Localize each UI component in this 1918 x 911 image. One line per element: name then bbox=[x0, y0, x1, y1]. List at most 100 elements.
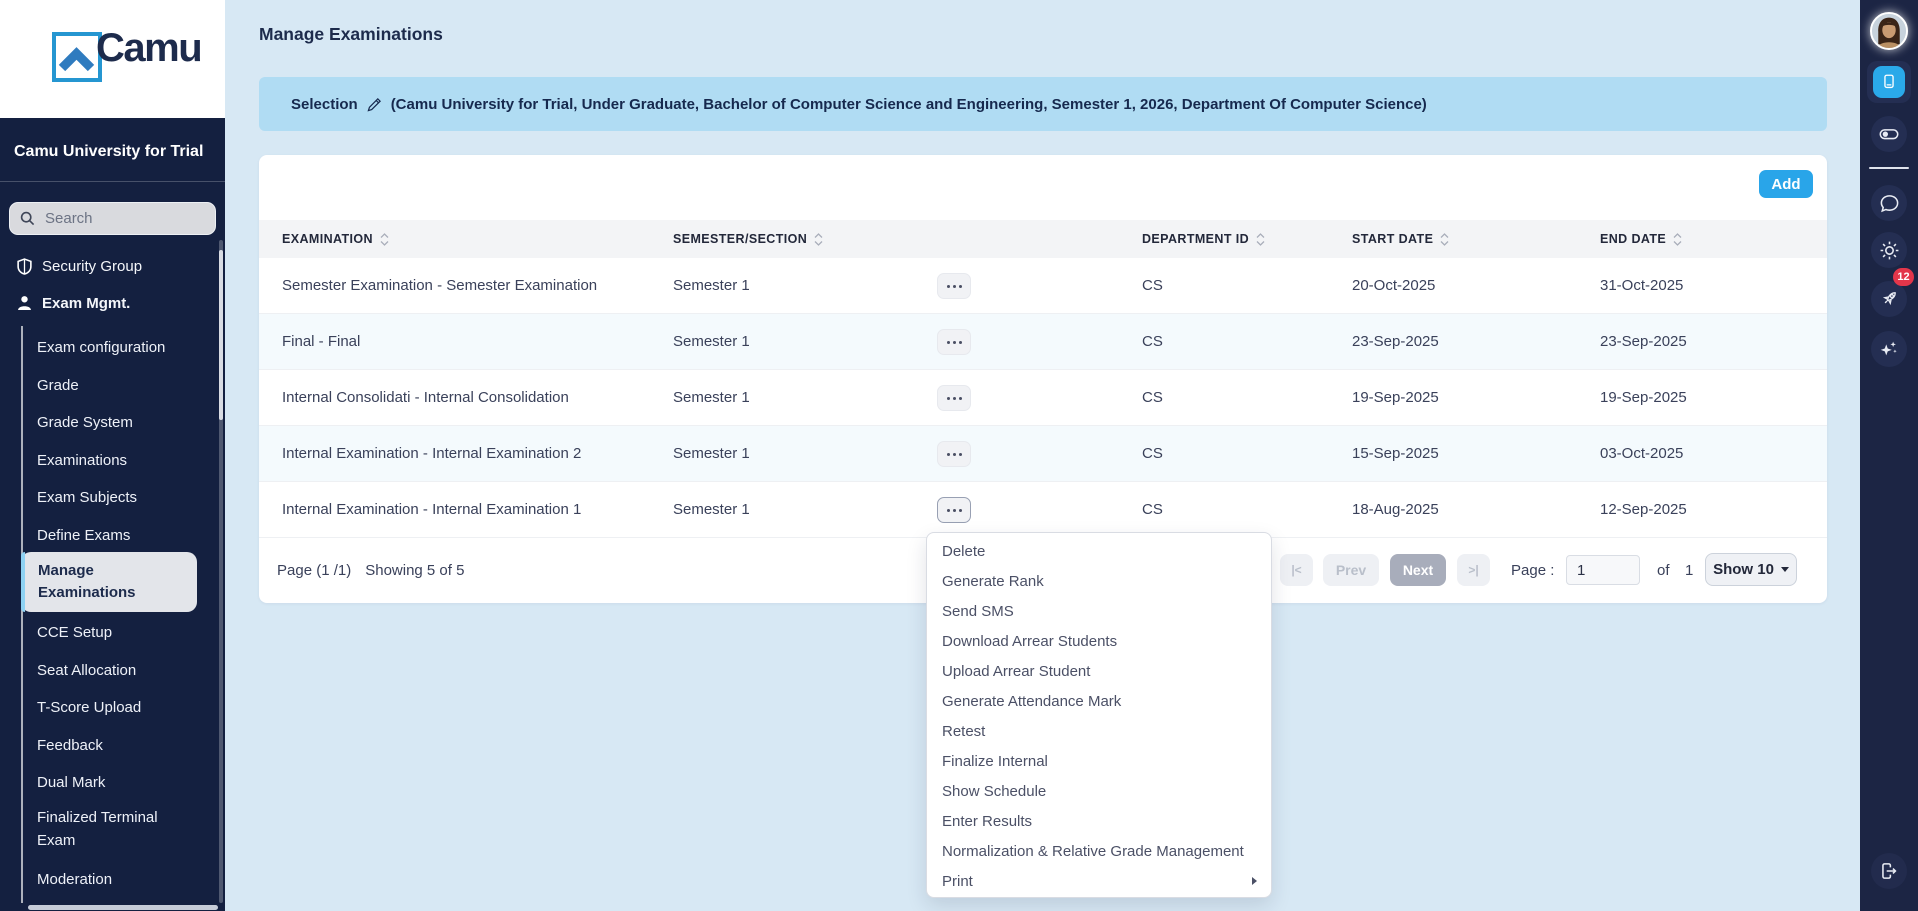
sort-icon bbox=[814, 233, 823, 246]
sidebar-item-exam-subjects[interactable]: Exam Subjects bbox=[37, 486, 217, 509]
examination-cell: Internal Examination - Internal Examinat… bbox=[282, 426, 581, 481]
column-header-examination[interactable]: EXAMINATION bbox=[282, 220, 389, 258]
column-header-department-id[interactable]: DEPARTMENT ID bbox=[1142, 220, 1265, 258]
sidebar-item-security-group[interactable]: Security Group bbox=[0, 256, 225, 278]
first-page-button[interactable]: |< bbox=[1280, 554, 1313, 586]
sidebar-divider bbox=[0, 181, 225, 182]
examination-cell: Internal Examination - Internal Examinat… bbox=[282, 482, 581, 537]
table-row: Semester Examination - Semester Examinat… bbox=[259, 258, 1827, 314]
toggle-button[interactable] bbox=[1871, 116, 1907, 152]
settings-button[interactable] bbox=[1871, 232, 1907, 268]
menu-item-generate-attendance-mark[interactable]: Generate Attendance Mark bbox=[927, 686, 1271, 716]
sidebar-item-cce-setup[interactable]: CCE Setup bbox=[37, 621, 217, 644]
rail-divider bbox=[1869, 167, 1909, 169]
prev-page-button[interactable]: Prev bbox=[1323, 554, 1379, 586]
next-page-button[interactable]: Next bbox=[1390, 554, 1446, 586]
page-size-dropdown[interactable]: Show 10 bbox=[1705, 553, 1797, 586]
selection-banner: Selection (Camu University for Trial, Un… bbox=[259, 77, 1827, 131]
end-date-cell: 23-Sep-2025 bbox=[1600, 314, 1687, 369]
row-actions-button[interactable] bbox=[937, 273, 971, 299]
department-cell: CS bbox=[1142, 426, 1163, 481]
menu-item-upload-arrear-student[interactable]: Upload Arrear Student bbox=[927, 656, 1271, 686]
column-header-end-date[interactable]: END DATE bbox=[1600, 220, 1682, 258]
sidebar-item-label: Security Group bbox=[42, 258, 142, 275]
menu-item-generate-rank[interactable]: Generate Rank bbox=[927, 566, 1271, 596]
of-label: of bbox=[1657, 554, 1670, 586]
sidebar-item-dual-mark[interactable]: Dual Mark bbox=[37, 771, 217, 794]
pagination-summary: Page (1 /1) Showing 5 of 5 bbox=[277, 538, 464, 602]
semester-cell: Semester 1 bbox=[673, 258, 750, 313]
menu-item-enter-results[interactable]: Enter Results bbox=[927, 806, 1271, 836]
showing-count: Showing 5 of 5 bbox=[365, 562, 464, 579]
chat-button[interactable] bbox=[1871, 185, 1907, 221]
row-actions-button[interactable] bbox=[937, 441, 971, 467]
sidebar-search[interactable] bbox=[9, 202, 216, 235]
sidebar: Camu Camu University for Trial Security … bbox=[0, 0, 225, 911]
sidebar-item-exam-mgmt[interactable]: Exam Mgmt. bbox=[0, 293, 225, 315]
whats-new-button[interactable] bbox=[1871, 281, 1907, 317]
user-avatar[interactable] bbox=[1870, 12, 1908, 50]
logout-icon bbox=[1878, 860, 1900, 882]
row-actions-button[interactable] bbox=[937, 385, 971, 411]
start-date-cell: 15-Sep-2025 bbox=[1352, 426, 1439, 481]
table-row: Final - Final Semester 1 CS 23-Sep-2025 … bbox=[259, 314, 1827, 370]
sidebar-item-t-score-upload[interactable]: T-Score Upload bbox=[37, 696, 217, 719]
start-date-cell: 19-Sep-2025 bbox=[1352, 370, 1439, 425]
last-page-button[interactable]: >| bbox=[1457, 554, 1490, 586]
ai-assistant-button[interactable] bbox=[1871, 331, 1907, 367]
row-actions-button-open[interactable] bbox=[937, 497, 971, 523]
sidebar-item-grade[interactable]: Grade bbox=[37, 374, 217, 397]
selection-label: Selection bbox=[291, 96, 358, 113]
menu-item-send-sms[interactable]: Send SMS bbox=[927, 596, 1271, 626]
menu-item-retest[interactable]: Retest bbox=[927, 716, 1271, 746]
start-date-cell: 18-Aug-2025 bbox=[1352, 482, 1439, 537]
column-header-semester-section[interactable]: SEMESTER/SECTION bbox=[673, 220, 823, 258]
table-row: Internal Examination - Internal Examinat… bbox=[259, 482, 1827, 538]
sidebar-item-finalized-terminal-exam[interactable]: Finalized Terminal Exam bbox=[37, 806, 169, 853]
semester-cell: Semester 1 bbox=[673, 482, 750, 537]
menu-item-finalize-internal[interactable]: Finalize Internal bbox=[927, 746, 1271, 776]
table-header: EXAMINATION SEMESTER/SECTION DEPARTMENT … bbox=[259, 220, 1827, 258]
sidebar-item-define-exams[interactable]: Define Exams bbox=[37, 524, 217, 547]
kiosk-button[interactable] bbox=[1867, 61, 1911, 103]
sidebar-item-manage-examinations[interactable]: Manage Examinations bbox=[21, 552, 197, 612]
logout-button[interactable] bbox=[1871, 853, 1907, 889]
sidebar-horizontal-scrollbar[interactable] bbox=[28, 905, 218, 910]
column-header-start-date[interactable]: START DATE bbox=[1352, 220, 1449, 258]
sidebar-item-exam-configuration[interactable]: Exam configuration bbox=[37, 336, 217, 359]
sidebar-item-feedback[interactable]: Feedback bbox=[37, 734, 217, 757]
sidebar-scrollbar-thumb[interactable] bbox=[219, 250, 223, 420]
semester-cell: Semester 1 bbox=[673, 370, 750, 425]
sidebar-item-seat-allocation[interactable]: Seat Allocation bbox=[37, 659, 217, 682]
submenu-arrow-icon bbox=[1252, 877, 1257, 885]
menu-item-download-arrear-students[interactable]: Download Arrear Students bbox=[927, 626, 1271, 656]
examination-cell: Internal Consolidati - Internal Consolid… bbox=[282, 370, 569, 425]
row-actions-button[interactable] bbox=[937, 329, 971, 355]
menu-item-print[interactable]: Print bbox=[927, 866, 1271, 896]
department-cell: CS bbox=[1142, 314, 1163, 369]
end-date-cell: 31-Oct-2025 bbox=[1600, 258, 1683, 313]
university-name: Camu University for Trial bbox=[14, 143, 203, 161]
sidebar-item-grade-system[interactable]: Grade System bbox=[37, 411, 217, 434]
menu-item-delete[interactable]: Delete bbox=[927, 536, 1271, 566]
menu-item-normalization[interactable]: Normalization & Relative Grade Managemen… bbox=[927, 836, 1271, 866]
page-number-input[interactable] bbox=[1566, 555, 1640, 585]
selection-text: (Camu University for Trial, Under Gradua… bbox=[391, 96, 1427, 113]
sparkles-icon bbox=[1878, 338, 1900, 360]
app-window: Camu Camu University for Trial Security … bbox=[0, 0, 1918, 911]
search-input[interactable] bbox=[43, 209, 205, 228]
logo-area: Camu bbox=[0, 0, 225, 118]
sidebar-item-moderation[interactable]: Moderation bbox=[37, 868, 217, 891]
notification-badge: 12 bbox=[1893, 268, 1914, 286]
rocket-icon bbox=[1878, 288, 1900, 310]
gear-icon bbox=[1879, 240, 1900, 261]
page-label: Page : bbox=[1511, 554, 1554, 586]
end-date-cell: 12-Sep-2025 bbox=[1600, 482, 1687, 537]
menu-item-show-schedule[interactable]: Show Schedule bbox=[927, 776, 1271, 806]
edit-pencil-icon[interactable] bbox=[367, 97, 382, 112]
active-item-label: Manage Examinations bbox=[38, 560, 160, 604]
add-button[interactable]: Add bbox=[1759, 170, 1813, 198]
examination-cell: Final - Final bbox=[282, 314, 360, 369]
start-date-cell: 20-Oct-2025 bbox=[1352, 258, 1435, 313]
sidebar-item-examinations[interactable]: Examinations bbox=[37, 449, 217, 472]
